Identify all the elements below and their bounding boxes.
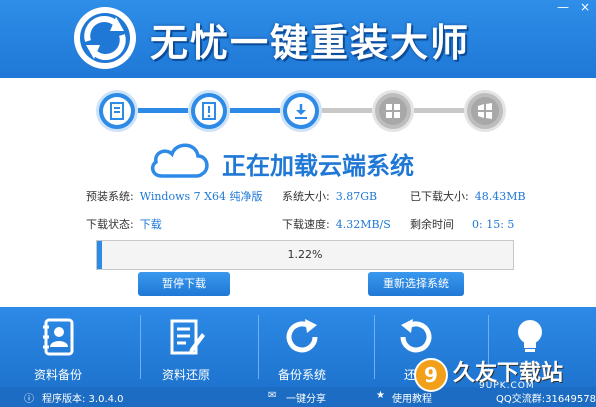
document-icon [110, 102, 124, 120]
state-info: 下载状态: 下载 [86, 216, 162, 232]
downloaded-value: 48.43MB [474, 190, 526, 203]
step-2 [188, 90, 230, 132]
watermark-logo-icon: 9 [414, 358, 448, 392]
share-link[interactable]: 一键分享 [286, 390, 326, 405]
step-5 [464, 90, 506, 132]
step-connector [322, 108, 372, 113]
remaining-value: 0: 15: 5 [472, 218, 515, 231]
tool-backup-data[interactable]: 资料备份 [0, 307, 116, 387]
address-book-icon [43, 318, 74, 356]
mail-icon: ✉ [268, 390, 277, 401]
info-document-icon [202, 102, 216, 120]
windows-icon [386, 104, 400, 118]
info-icon: ⓘ [24, 394, 34, 405]
title-bar: 无忧一键重装大师 — × [0, 0, 596, 78]
remaining-info: 剩余时间 0: 15: 5 [410, 216, 514, 232]
cloud-icon [150, 143, 209, 178]
site-watermark: 9 久友下载站 9UPK.COM [413, 355, 593, 395]
tool-label: 资料还原 [161, 368, 210, 382]
close-button[interactable]: × [576, 0, 594, 14]
watermark-site: 9UPK.COM [479, 381, 535, 391]
status-title: 正在加载云端系统 [222, 152, 414, 180]
step-4 [372, 90, 414, 132]
refresh-icon [286, 319, 318, 353]
lightbulb-icon [518, 320, 542, 352]
pause-download-button[interactable]: 暂停下载 [138, 272, 230, 296]
download-progress-bar: 1.22% [96, 240, 514, 270]
speed-label: 下载速度: [282, 218, 330, 231]
step-connector [138, 108, 188, 113]
star-icon: ★ [376, 390, 385, 401]
install-steps [96, 90, 506, 134]
downloaded-info: 已下载大小: 48.43MB [410, 188, 526, 204]
size-label: 系统大小: [282, 190, 330, 203]
step-connector [414, 108, 464, 113]
windows-flag-icon [478, 103, 492, 119]
preinstall-info: 预装系统: Windows 7 X64 纯净版 [86, 188, 262, 204]
speed-value: 4.32MB/S [335, 218, 391, 231]
state-label: 下载状态: [86, 218, 134, 231]
progress-text: 1.22% [287, 248, 323, 261]
downloaded-label: 已下载大小: [410, 190, 469, 203]
state-value: 下载 [139, 218, 162, 231]
tool-label: 备份系统 [277, 368, 326, 382]
step-3 [280, 90, 322, 132]
undo-icon [400, 319, 432, 353]
app-title: 无忧一键重装大师 [150, 21, 471, 65]
version-text: 程序版本: 3.0.4.0 [42, 394, 124, 405]
refresh-logo-icon [74, 7, 136, 69]
tool-backup-system[interactable]: 备份系统 [244, 307, 360, 387]
step-connector [230, 108, 280, 113]
tool-label: 资料备份 [33, 368, 82, 382]
reselect-system-button[interactable]: 重新选择系统 [368, 272, 464, 296]
remaining-label: 剩余时间 [410, 218, 454, 231]
minimize-button[interactable]: — [554, 0, 572, 14]
step-1 [96, 90, 138, 132]
preinstall-label: 预装系统: [86, 190, 134, 203]
size-value: 3.87GB [335, 190, 378, 203]
speed-info: 下载速度: 4.32MB/S [282, 216, 391, 232]
preinstall-value: Windows 7 X64 纯净版 [139, 190, 263, 203]
size-info: 系统大小: 3.87GB [282, 188, 377, 204]
tool-restore-data[interactable]: 资料还原 [128, 307, 244, 387]
edit-document-icon [170, 319, 205, 355]
svg-text:9: 9 [424, 363, 438, 387]
download-icon [295, 104, 307, 119]
